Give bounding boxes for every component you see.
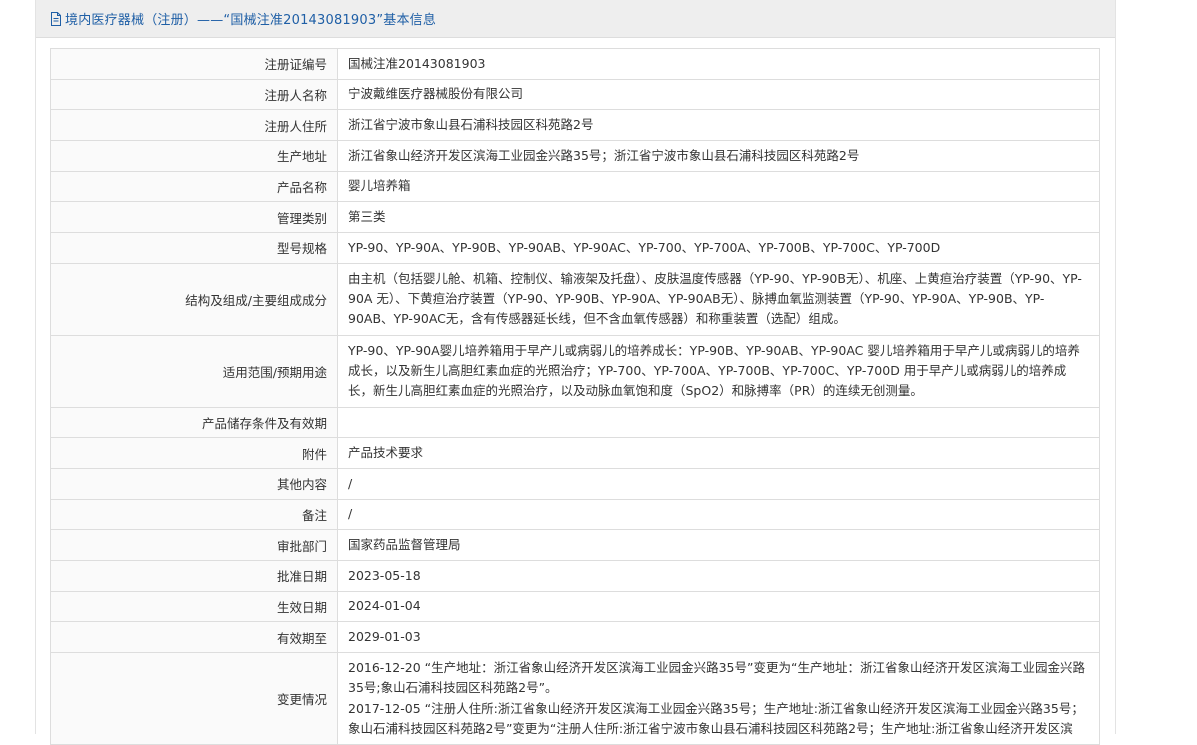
row-label: 备注 — [50, 498, 338, 531]
row-value: 产品技术要求 — [337, 437, 1100, 469]
table-row: 批准日期 2023-05-18 — [50, 560, 1100, 592]
row-label: 附件 — [50, 437, 338, 469]
row-value: 2024-01-04 — [337, 590, 1100, 623]
row-label: 有效期至 — [50, 621, 338, 654]
row-value: 婴儿培养箱 — [337, 170, 1100, 203]
row-value: 2029-01-03 — [337, 621, 1100, 654]
table-row: 有效期至 2029-01-03 — [50, 621, 1100, 654]
table-row: 生效日期 2024-01-04 — [50, 590, 1100, 623]
table-row: 备注 / — [50, 498, 1100, 531]
row-label: 批准日期 — [50, 560, 338, 592]
row-value: / — [337, 498, 1100, 531]
table-row: 注册人住所 浙江省宁波市象山县石浦科技园区科苑路2号 — [50, 109, 1100, 142]
panel-title: 境内医疗器械（注册）——“国械注准20143081903”基本信息 — [65, 13, 437, 28]
row-label: 注册人住所 — [50, 109, 338, 142]
row-value: YP-90、YP-90A婴儿培养箱用于早产儿或病弱儿的培养成长：YP-90B、Y… — [337, 334, 1100, 408]
table-row: 注册人名称 宁波戴维医疗器械股份有限公司 — [50, 78, 1100, 111]
row-label: 生效日期 — [50, 590, 338, 623]
info-table-wrapper: 注册证编号 国械注准20143081903 注册人名称 宁波戴维医疗器械股份有限… — [50, 48, 1100, 745]
history-entry: 2017-12-05 “注册人住所:浙江省象山经济开发区滨海工业园金兴路35号；… — [348, 700, 1084, 736]
history-value: 2016-12-20 “生产地址：浙江省象山经济开发区滨海工业园金兴路35号”变… — [337, 652, 1100, 745]
detail-panel: 境内医疗器械（注册）——“国械注准20143081903”基本信息 注册证编号 … — [35, 0, 1116, 745]
row-value — [337, 406, 1100, 439]
document-icon — [51, 11, 61, 26]
table-row: 型号规格 YP-90、YP-90A、YP-90B、YP-90AB、YP-90AC… — [50, 232, 1100, 264]
table-row: 注册证编号 国械注准20143081903 — [50, 48, 1100, 80]
row-value: 第三类 — [337, 201, 1100, 234]
table-row: 附件 产品技术要求 — [50, 437, 1100, 469]
row-label: 型号规格 — [50, 232, 338, 264]
row-label: 变更情况 — [50, 652, 338, 745]
table-row: 结构及组成/主要组成成分 由主机（包括婴儿舱、机箱、控制仪、输液架及托盘）、皮肤… — [50, 262, 1100, 336]
row-value: 2023-05-18 — [337, 560, 1100, 592]
row-label: 产品储存条件及有效期 — [50, 406, 338, 439]
row-value: 浙江省宁波市象山县石浦科技园区科苑路2号 — [337, 109, 1100, 142]
row-value: / — [337, 467, 1100, 500]
table-row: 审批部门 国家药品监督管理局 — [50, 529, 1100, 562]
row-label: 生产地址 — [50, 140, 338, 172]
table-row-history: 变更情况 2016-12-20 “生产地址：浙江省象山经济开发区滨海工业园金兴路… — [50, 652, 1100, 745]
table-row: 适用范围/预期用途 YP-90、YP-90A婴儿培养箱用于早产儿或病弱儿的培养成… — [50, 334, 1100, 408]
row-value: 国家药品监督管理局 — [337, 529, 1100, 562]
table-row: 管理类别 第三类 — [50, 201, 1100, 234]
row-label: 管理类别 — [50, 201, 338, 234]
row-value: 浙江省象山经济开发区滨海工业园金兴路35号；浙江省宁波市象山县石浦科技园区科苑路… — [337, 140, 1100, 172]
table-row: 产品名称 婴儿培养箱 — [50, 170, 1100, 203]
row-value: 宁波戴维医疗器械股份有限公司 — [337, 78, 1100, 111]
row-label: 注册证编号 — [50, 48, 338, 80]
table-row: 产品储存条件及有效期 — [50, 406, 1100, 439]
row-label: 产品名称 — [50, 170, 338, 203]
row-label: 注册人名称 — [50, 78, 338, 111]
info-table: 注册证编号 国械注准20143081903 注册人名称 宁波戴维医疗器械股份有限… — [50, 48, 1100, 745]
table-row: 生产地址 浙江省象山经济开发区滨海工业园金兴路35号；浙江省宁波市象山县石浦科技… — [50, 140, 1100, 172]
row-value: YP-90、YP-90A、YP-90B、YP-90AB、YP-90AC、YP-7… — [337, 232, 1100, 264]
row-label: 审批部门 — [50, 529, 338, 562]
history-entry: 2016-12-20 “生产地址：浙江省象山经济开发区滨海工业园金兴路35号”变… — [348, 660, 1085, 696]
row-value: 由主机（包括婴儿舱、机箱、控制仪、输液架及托盘）、皮肤温度传感器（YP-90、Y… — [337, 262, 1100, 336]
row-label: 适用范围/预期用途 — [50, 334, 338, 408]
panel-header: 境内医疗器械（注册）——“国械注准20143081903”基本信息 — [36, 0, 1115, 38]
table-row: 其他内容 / — [50, 467, 1100, 500]
row-label: 结构及组成/主要组成成分 — [50, 262, 338, 336]
row-label: 其他内容 — [50, 467, 338, 500]
row-value: 国械注准20143081903 — [337, 48, 1100, 80]
